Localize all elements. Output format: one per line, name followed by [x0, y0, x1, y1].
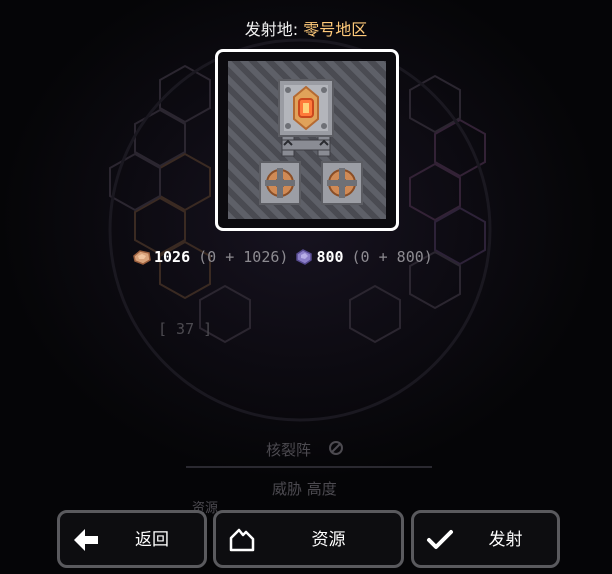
launch-site-prefix: 发射地:	[244, 20, 304, 39]
sector-name: 核裂阵	[266, 441, 312, 459]
house-outline-icon	[229, 528, 255, 552]
mechanical-drill-icon	[259, 161, 301, 205]
copper-amount: 1026	[154, 248, 191, 266]
lead-ore-icon	[296, 249, 313, 265]
launch-resources: 1026 (0 + 1026) 800 (0 + 800)	[132, 247, 433, 267]
launch-button[interactable]: 发射	[411, 510, 560, 568]
schematic-graphic	[259, 79, 363, 205]
checkmark-icon	[427, 530, 453, 549]
resources-button[interactable]: 资源	[213, 510, 404, 568]
launch-site-title: 发射地: 零号地区	[0, 20, 612, 40]
mechanical-drill-icon	[321, 161, 363, 205]
copper-breakdown: (0 + 1026)	[198, 248, 289, 266]
back-button-label: 返回	[135, 530, 169, 550]
launch-site-name: 零号地区	[303, 20, 368, 39]
wave-counter: [ 37 ]	[158, 320, 213, 338]
no-icon	[329, 441, 343, 455]
launch-loadout-preview	[215, 49, 399, 231]
conveyor-icon	[281, 135, 331, 157]
lead-amount: 800	[316, 248, 344, 266]
threat-label: 威胁 高度	[272, 480, 337, 498]
lead-breakdown: (0 + 800)	[351, 248, 433, 266]
copper-ore-icon	[133, 250, 151, 265]
info-divider	[186, 466, 432, 468]
back-button[interactable]: 返回	[57, 510, 207, 568]
launch-button-label: 发射	[488, 530, 523, 550]
core-shard-icon	[278, 79, 334, 137]
resources-button-label: 资源	[311, 530, 346, 550]
arrow-left-icon	[74, 529, 98, 551]
